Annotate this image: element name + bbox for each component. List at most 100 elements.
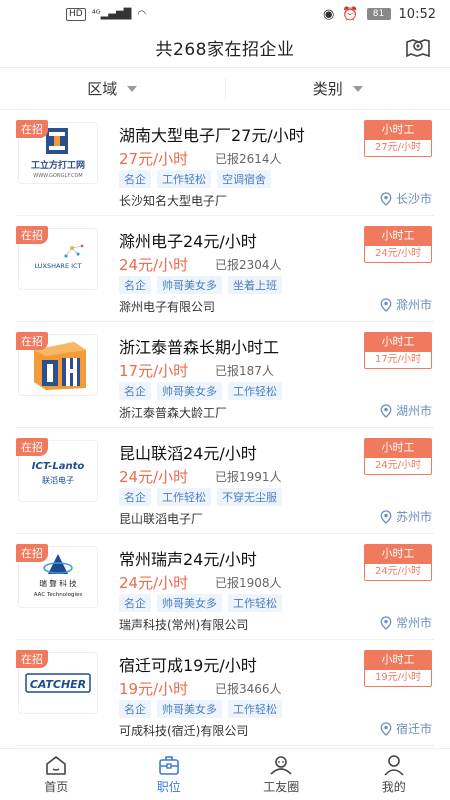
status-bar: HD ⁴ᴳ▂▄▆█ ◠ ◉ ⏰ 81 10:52 — [0, 0, 450, 28]
location-pin-icon — [380, 297, 392, 312]
hiring-badge: 在招 — [16, 226, 48, 244]
job-wage: 27元/小时 — [119, 150, 189, 168]
tab-home[interactable]: 首页 — [0, 749, 113, 800]
job-city: 湖州市 — [380, 402, 432, 419]
company-name: 长沙知名大型电子厂 — [119, 194, 228, 208]
company-name: 可成科技(宿迁)有限公司 — [119, 724, 249, 738]
map-button[interactable] — [404, 33, 432, 61]
hiring-badge: 在招 — [16, 120, 48, 138]
company-name: 滁州电子有限公司 — [119, 300, 216, 314]
job-title: 滁州电子24元/小时 — [119, 232, 257, 251]
job-tag: 工作轻松 — [157, 488, 211, 506]
city-label: 常州市 — [395, 616, 432, 630]
filter-bar: 区域 类别 — [0, 68, 450, 110]
job-card[interactable]: 在招 浙江泰普森长期小时工 17元/小时 已报187人 名企 帅哥美女多 工作轻… — [16, 322, 434, 428]
job-card[interactable]: 瑞 聲 科 技 AAC Technologies 在招 常州瑞声24元/小时 2… — [16, 534, 434, 640]
job-type-label: 小时工 — [364, 544, 432, 563]
applied-count: 已报1991人 — [215, 470, 282, 484]
battery-icon: 81 — [366, 8, 391, 20]
job-card[interactable]: CATCHER 在招 宿迁可成19元/小时 19元/小时 已报3466人 名企 … — [16, 640, 434, 746]
svg-text:AAC Technologies: AAC Technologies — [34, 592, 83, 598]
applied-count: 已报187人 — [215, 364, 274, 378]
city-label: 湖州市 — [395, 404, 432, 418]
filter-category[interactable]: 类别 — [226, 68, 450, 109]
job-city: 宿迁市 — [380, 720, 432, 737]
job-city: 滁州市 — [380, 296, 432, 313]
job-tag: 工作轻松 — [228, 594, 282, 612]
tab-jobs[interactable]: 职位 — [113, 749, 226, 800]
city-label: 长沙市 — [395, 192, 432, 206]
job-tag: 名企 — [119, 276, 151, 294]
city-label: 苏州市 — [395, 510, 432, 524]
job-tag: 不穿无尘服 — [217, 488, 282, 506]
job-type-label: 小时工 — [364, 120, 432, 139]
bottom-tab-bar: 首页 职位 工友圈 我的 — [0, 748, 450, 800]
map-location-icon — [406, 39, 430, 58]
job-wage: 19元/小时 — [119, 680, 189, 698]
svg-text:工立方打工网: 工立方打工网 — [31, 159, 85, 171]
job-tag: 工作轻松 — [228, 700, 282, 718]
job-tag: 工作轻松 — [157, 170, 211, 188]
job-title: 浙江泰普森长期小时工 — [119, 338, 280, 357]
chevron-down-icon — [352, 85, 363, 92]
applied-count: 已报1908人 — [215, 576, 282, 590]
tab-jobs-label: 职位 — [156, 780, 181, 794]
job-type-badge: 小时工 27元/小时 — [364, 120, 432, 157]
job-wage: 24元/小时 — [119, 574, 189, 592]
tab-home-label: 首页 — [44, 780, 69, 794]
job-tag: 坐着上班 — [228, 276, 282, 294]
city-label: 滁州市 — [395, 298, 432, 312]
job-tag: 工作轻松 — [228, 382, 282, 400]
job-tag: 空调宿舍 — [217, 170, 271, 188]
city-label: 宿迁市 — [395, 722, 432, 736]
job-title: 常州瑞声24元/小时 — [119, 550, 257, 569]
hiring-badge: 在招 — [16, 332, 48, 350]
eye-icon: ◉ — [323, 6, 335, 22]
tab-profile[interactable]: 我的 — [338, 749, 450, 800]
job-tag: 名企 — [119, 594, 151, 612]
job-tags: 名企 帅哥美女多 工作轻松 — [119, 594, 282, 612]
company-name: 瑞声科技(常州)有限公司 — [119, 618, 249, 632]
job-tags: 名企 工作轻松 不穿无尘服 — [119, 488, 282, 506]
job-card[interactable]: LUXSHARE ICT 在招 滁州电子24元/小时 24元/小时 已报2304… — [16, 216, 434, 322]
job-type-label: 小时工 — [364, 438, 432, 457]
hiring-badge: 在招 — [16, 650, 48, 668]
job-tag: 帅哥美女多 — [157, 700, 222, 718]
home-icon — [46, 756, 67, 775]
wifi-icon: ◠ — [137, 8, 147, 20]
job-type-label: 小时工 — [364, 650, 432, 669]
hiring-badge: 在招 — [16, 544, 48, 562]
signal-icon: ⁴ᴳ▂▄▆█ — [91, 8, 132, 20]
svg-text:瑞 聲 科 技: 瑞 聲 科 技 — [39, 578, 77, 588]
job-city: 苏州市 — [380, 508, 432, 525]
tab-community[interactable]: 工友圈 — [225, 749, 338, 800]
job-wage: 17元/小时 — [119, 362, 189, 380]
chevron-down-icon — [127, 85, 138, 92]
filter-region[interactable]: 区域 — [0, 68, 225, 109]
community-icon — [270, 756, 292, 775]
location-pin-icon — [380, 615, 392, 630]
svg-text:WWW.GONGLF.COM: WWW.GONGLF.COM — [33, 173, 82, 179]
job-tag: 帅哥美女多 — [157, 594, 222, 612]
job-type-wage: 27元/小时 — [364, 139, 432, 157]
company-name: 昆山联滔电子厂 — [119, 512, 204, 526]
job-card[interactable]: ICT-Lanto 联滔电子 在招 昆山联滔24元/小时 24元/小时 已报19… — [16, 428, 434, 534]
job-card[interactable]: 工立方打工网 WWW.GONGLF.COM 在招 湖南大型电子厂27元/小时 2… — [16, 110, 434, 216]
location-pin-icon — [380, 403, 392, 418]
job-type-wage: 17元/小时 — [364, 351, 432, 369]
job-wage: 24元/小时 — [119, 468, 189, 486]
job-tag: 名企 — [119, 700, 151, 718]
tab-profile-label: 我的 — [381, 780, 406, 794]
hiring-badge: 在招 — [16, 438, 48, 456]
filter-region-label: 区域 — [87, 80, 118, 98]
job-tags: 名企 帅哥美女多 工作轻松 — [119, 700, 282, 718]
job-type-badge: 小时工 17元/小时 — [364, 332, 432, 369]
job-city: 长沙市 — [380, 190, 432, 207]
job-wage: 24元/小时 — [119, 256, 189, 274]
job-title: 湖南大型电子厂27元/小时 — [119, 126, 305, 145]
job-type-wage: 24元/小时 — [364, 245, 432, 263]
job-type-wage: 19元/小时 — [364, 669, 432, 687]
job-city: 常州市 — [380, 614, 432, 631]
job-type-badge: 小时工 24元/小时 — [364, 226, 432, 263]
svg-text:ICT-Lanto: ICT-Lanto — [32, 461, 85, 472]
